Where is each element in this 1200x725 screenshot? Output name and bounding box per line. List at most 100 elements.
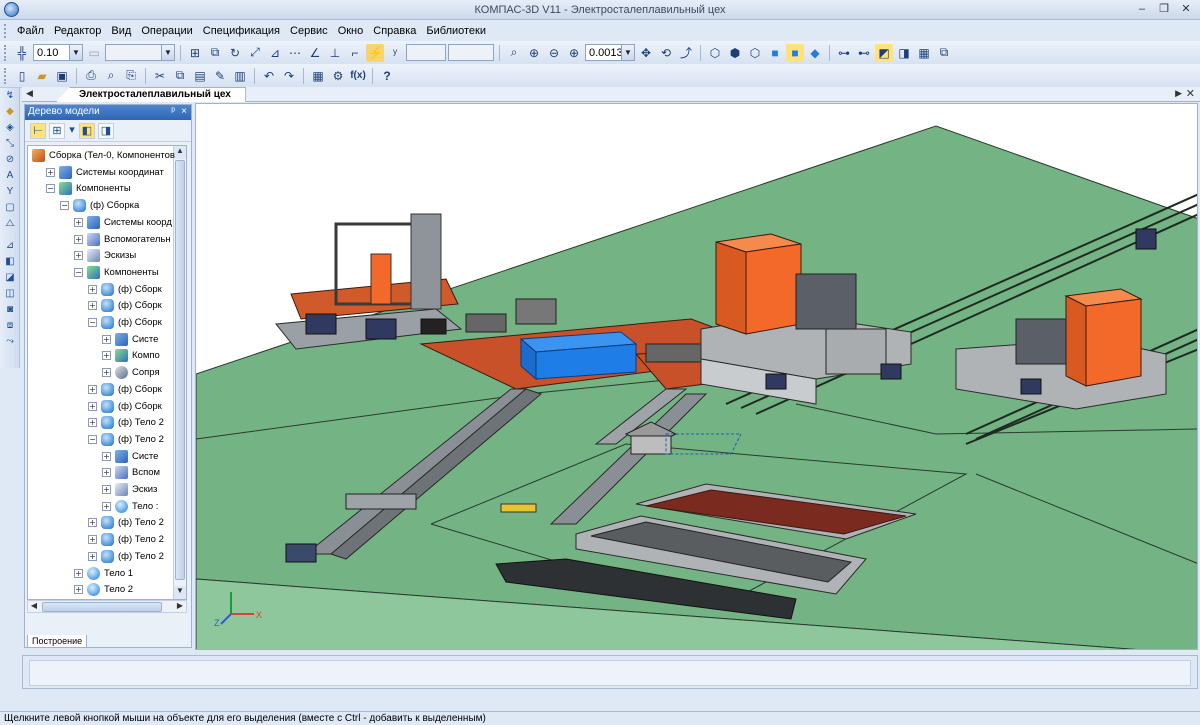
menu-editor[interactable]: Редактор bbox=[49, 25, 106, 37]
expand-icon[interactable]: + bbox=[74, 585, 83, 595]
collapse-icon[interactable]: − bbox=[74, 267, 83, 277]
geometry-icon[interactable]: ↯ bbox=[2, 90, 18, 104]
expand-icon[interactable]: + bbox=[102, 368, 111, 378]
pan-icon[interactable]: ✥ bbox=[637, 44, 655, 62]
expand-icon[interactable]: + bbox=[102, 334, 111, 344]
tree-node[interactable]: + (ф) Тело 2 bbox=[88, 532, 164, 547]
menu-help[interactable]: Справка bbox=[368, 25, 421, 37]
variables-icon[interactable]: ▦ bbox=[309, 67, 327, 85]
structure-icon[interactable]: ⊞ bbox=[49, 122, 65, 139]
tree-vertical-scrollbar[interactable]: ▲ ▼ bbox=[173, 146, 186, 599]
menu-specification[interactable]: Спецификация bbox=[198, 25, 285, 37]
format-painter-icon[interactable]: ✎ bbox=[211, 67, 229, 85]
copy-icon[interactable]: ⧉ bbox=[171, 67, 189, 85]
scroll-thumb[interactable] bbox=[175, 160, 185, 580]
snap-grid-icon[interactable]: ╬ bbox=[13, 44, 31, 62]
zoom-scale-icon[interactable]: ⊕ bbox=[565, 44, 583, 62]
ortho-icon[interactable]: ∠ bbox=[306, 44, 324, 62]
expand-icon[interactable]: + bbox=[88, 535, 97, 545]
tree-node[interactable]: + (ф) Тело 2 bbox=[88, 415, 164, 430]
local-cs-icon[interactable]: ⊞ bbox=[186, 44, 204, 62]
tree-node[interactable]: + Эскизы bbox=[74, 248, 136, 263]
expand-icon[interactable]: + bbox=[102, 501, 111, 511]
collapse-icon[interactable]: − bbox=[88, 318, 97, 327]
part-icon[interactable]: ⊿ bbox=[2, 240, 18, 254]
spec-icon[interactable]: ◪ bbox=[2, 272, 18, 286]
select-icon[interactable]: ⊘ bbox=[2, 154, 18, 168]
tree-node[interactable]: + (ф) Сборк bbox=[88, 282, 162, 297]
shaded-icon[interactable]: ■ bbox=[766, 44, 784, 62]
expand-icon[interactable]: + bbox=[88, 401, 97, 411]
tree-node[interactable]: + Систе bbox=[102, 332, 158, 347]
chevron-down-icon[interactable]: ▾ bbox=[68, 123, 76, 139]
expand-icon[interactable]: + bbox=[102, 485, 111, 494]
scroll-down-icon[interactable]: ▼ bbox=[174, 586, 186, 599]
array-icon[interactable]: ▢ bbox=[2, 202, 18, 216]
close-icon[interactable]: × bbox=[181, 105, 187, 119]
dimension-icon[interactable]: A bbox=[2, 170, 18, 184]
tree-node[interactable]: + Системы координат bbox=[46, 165, 164, 180]
thin-lines-icon[interactable]: ⬡ bbox=[746, 44, 764, 62]
menu-operations[interactable]: Операции bbox=[136, 25, 197, 37]
collapse-icon[interactable]: − bbox=[88, 434, 97, 444]
zoom-out-icon[interactable]: ⊖ bbox=[545, 44, 563, 62]
edit-icon[interactable]: ◆ bbox=[2, 106, 18, 120]
mirror-icon[interactable]: ⊿ bbox=[266, 44, 284, 62]
close-button[interactable]: ✕ bbox=[1178, 2, 1194, 17]
tree-node[interactable]: + Вспомогательн bbox=[74, 232, 171, 247]
tree-node[interactable]: + Тело : bbox=[102, 499, 158, 514]
menu-view[interactable]: Вид bbox=[106, 25, 136, 37]
tree-node[interactable]: + Тело 1 bbox=[74, 566, 133, 581]
expand-icon[interactable]: + bbox=[88, 284, 97, 294]
construct-icon[interactable]: ⧉ bbox=[206, 44, 224, 62]
layer-icon[interactable]: ▭ bbox=[85, 44, 103, 62]
model-tree-icon[interactable]: ▦ bbox=[915, 44, 933, 62]
measure-icon[interactable]: ⧍ bbox=[2, 218, 18, 232]
scroll-left-icon[interactable]: ◀ bbox=[28, 601, 40, 612]
coordinates-icon[interactable]: ʸ bbox=[386, 44, 404, 62]
expand-icon[interactable]: + bbox=[102, 451, 111, 461]
collapse-icon[interactable]: − bbox=[60, 201, 69, 211]
chevron-down-icon[interactable]: ▼ bbox=[621, 45, 634, 60]
library-icon[interactable]: ⧈ bbox=[2, 320, 18, 334]
properties-icon[interactable]: ⧉ bbox=[935, 44, 953, 62]
scale-icon[interactable]: ⤢ bbox=[246, 44, 264, 62]
model-tree[interactable]: ▲ ▼ Сборка (Тел-0, Компонентов + Системы к… bbox=[27, 145, 187, 600]
assembly-icon[interactable]: ◈ bbox=[2, 122, 18, 136]
hidden-lines-icon[interactable]: ⬢ bbox=[726, 44, 744, 62]
expand-icon[interactable]: + bbox=[74, 568, 83, 578]
tree-node[interactable]: + (ф) Тело 2 bbox=[88, 515, 164, 530]
chevron-down-icon[interactable]: ▼ bbox=[161, 45, 174, 60]
print-setup-icon[interactable]: ⎘ bbox=[122, 67, 140, 85]
rotate-icon[interactable]: ↻ bbox=[226, 44, 244, 62]
filter-icon[interactable]: ⊶ bbox=[835, 44, 853, 62]
tree-node[interactable]: − Компоненты bbox=[74, 265, 159, 280]
layer-combo[interactable]: ▼ bbox=[105, 44, 175, 61]
perspective-icon[interactable]: ◆ bbox=[806, 44, 824, 62]
expand-icon[interactable]: + bbox=[74, 217, 83, 227]
tree-node[interactable]: + Системы коорд bbox=[74, 215, 172, 230]
restore-button[interactable]: ❐ bbox=[1156, 2, 1172, 17]
print-preview-icon[interactable]: ⌕ bbox=[102, 67, 120, 85]
y-coordinate-field[interactable] bbox=[448, 44, 494, 61]
redo-icon[interactable]: ↷ bbox=[280, 67, 298, 85]
expand-icon[interactable]: + bbox=[46, 167, 55, 177]
wireframe-icon[interactable]: ⬡ bbox=[706, 44, 724, 62]
tab-build[interactable]: Построение bbox=[27, 635, 88, 648]
scroll-right-icon[interactable]: ▶ bbox=[174, 601, 186, 612]
control-icon[interactable]: ⤳ bbox=[2, 336, 18, 350]
orient-icon[interactable]: ⤴ bbox=[677, 44, 695, 62]
tree-node[interactable]: + Систе bbox=[102, 449, 158, 464]
select-filter-icon[interactable]: ⊷ bbox=[855, 44, 873, 62]
expand-icon[interactable]: + bbox=[102, 468, 111, 478]
expand-icon[interactable]: + bbox=[74, 251, 83, 261]
expand-icon[interactable]: + bbox=[88, 551, 97, 561]
variables-table-icon[interactable]: ⚙ bbox=[329, 67, 347, 85]
tree-node[interactable]: + Сопря bbox=[102, 365, 160, 380]
shaded-edges-icon[interactable]: ■ bbox=[786, 43, 804, 62]
tab-scroll-left-icon[interactable]: ◀ bbox=[26, 88, 33, 99]
tree-node[interactable]: + (ф) Сборк bbox=[88, 382, 162, 397]
section-icon[interactable]: ◩ bbox=[875, 43, 893, 62]
surface-icon[interactable]: Y bbox=[2, 186, 18, 200]
dimension-icon[interactable]: ⌐ bbox=[346, 44, 364, 62]
